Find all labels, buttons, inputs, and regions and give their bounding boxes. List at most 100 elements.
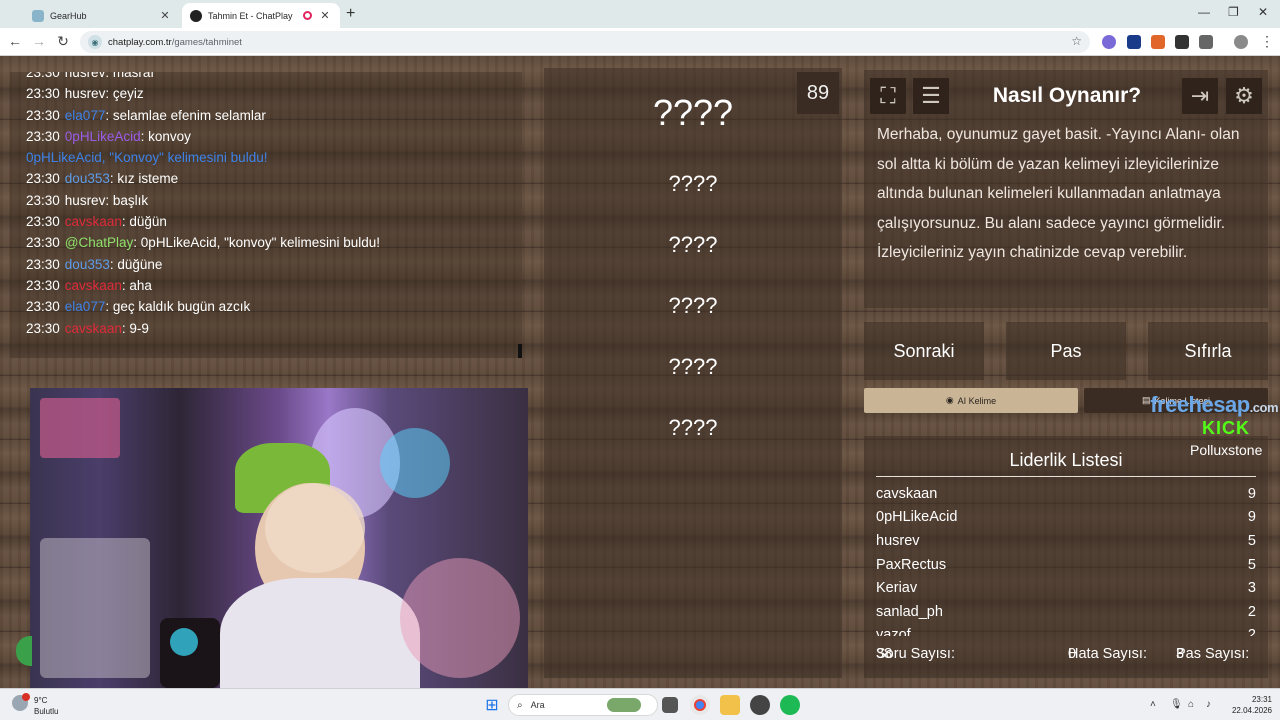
forward-icon[interactable]: → — [30, 33, 48, 49]
chat-message: 23:30 dou353: düğüne — [26, 256, 163, 272]
leaderboard-row: Keriav 3 — [876, 576, 1256, 600]
tab-title: Tahmin Et - ChatPlay — [208, 10, 293, 21]
network-icon[interactable]: ⌂ — [1188, 699, 1194, 710]
tab-title: GearHub — [50, 10, 87, 21]
hidden-word: ???? — [652, 92, 734, 133]
task-view-icon[interactable] — [662, 697, 678, 713]
chat-timestamp: 23:30 — [26, 86, 60, 102]
show-hidden-icons-icon[interactable]: ˄ — [1150, 699, 1156, 710]
browser-menu-icon[interactable]: ⋮ — [1258, 33, 1276, 50]
chat-scrollbar[interactable] — [518, 344, 522, 358]
chat-username[interactable]: ela077 — [65, 108, 106, 123]
chat-username[interactable]: husrev — [65, 72, 106, 80]
chat-username[interactable]: husrev — [65, 86, 106, 101]
player-name: PaxRectus — [876, 556, 947, 573]
reload-icon[interactable]: ↻ — [54, 33, 72, 50]
ai-word-label: AI Kelime — [957, 395, 997, 406]
microphone-icon[interactable]: 🎙 — [1170, 699, 1183, 710]
system-clock[interactable]: 23:31 22.04.2026 — [1222, 694, 1272, 716]
leaderboard-list[interactable]: cavskaan 9 0pHLikeAcid 9 husrev 5 PaxRectus 5 Ke… — [876, 482, 1256, 636]
chat-username[interactable]: 0pHLikeAcid — [65, 129, 141, 144]
site-info-icon[interactable]: ◉ — [88, 35, 102, 49]
search-icon: ⌕ — [517, 699, 523, 711]
chat-timestamp: 23:30 — [26, 128, 60, 144]
chat-timestamp: 23:30 — [26, 320, 60, 336]
close-icon[interactable]: ✕ — [158, 9, 172, 22]
chat-username[interactable]: ela077 — [65, 299, 106, 314]
system-text: 0pHLikeAcid, "Konvoy" kelimesini buldu! — [26, 150, 268, 166]
chat-panel: 23:30 husrev: masraf 23:30 husrev: çeyiz 23:… — [10, 72, 522, 358]
info-title: Nasıl Oynanır? — [992, 84, 1142, 107]
profile-avatar[interactable] — [1234, 35, 1248, 49]
chat-message: 23:30 @ChatPlay: 0pHLikeAcid, "konvoy" ke… — [26, 235, 380, 251]
chat-username[interactable]: @ChatPlay — [65, 235, 133, 250]
chat-text: 9-9 — [129, 320, 149, 336]
search-placeholder: Ara — [530, 700, 545, 710]
chat-text: geç kaldık bugün azcık — [112, 299, 251, 315]
chat-username[interactable]: dou353 — [65, 257, 110, 272]
tab-gearhub[interactable]: GearHub ✕ — [24, 3, 180, 28]
kick-logo: KICK — [1202, 418, 1250, 438]
player-score: 9 — [1247, 485, 1256, 502]
overlay-site-logo: freehesap.com — [1150, 392, 1278, 417]
hidden-word: ???? — [668, 171, 718, 196]
chat-message: 23:30 ela077: selamlae efenim selamlar — [26, 107, 266, 123]
chat-message: 23:30 0pHLikeAcid: konvoy — [26, 128, 191, 144]
player-name: Keriav — [876, 580, 918, 597]
new-tab-button[interactable]: + — [346, 5, 355, 23]
extension-icon[interactable] — [1175, 35, 1189, 49]
temperature: 9°C — [34, 696, 48, 705]
bookmark-star-icon[interactable]: ☆ — [1071, 34, 1082, 48]
extension-icon[interactable] — [1102, 35, 1116, 49]
chat-username[interactable]: husrev — [65, 193, 106, 208]
next-button[interactable]: Sonraki — [864, 322, 984, 380]
app-icon[interactable] — [750, 695, 770, 715]
chat-username[interactable]: dou353 — [65, 171, 110, 186]
player-score: 2 — [1247, 603, 1256, 620]
chat-text: 0pHLikeAcid, "konvoy" kelimesini buldu! — [140, 235, 380, 251]
url-text: chatplay.com.tr/games/tahminet — [108, 36, 242, 48]
webcam-video — [30, 388, 528, 688]
chrome-icon[interactable] — [690, 695, 710, 715]
taskbar-search[interactable]: ⌕ Ara — [508, 694, 658, 716]
chat-message: 23:30 cavskaan: düğün — [26, 214, 167, 230]
chat-username[interactable]: cavskaan — [65, 278, 122, 293]
player-score: 3 — [1247, 580, 1256, 597]
extension-icon[interactable] — [1151, 35, 1165, 49]
extensions-puzzle-icon[interactable] — [1199, 35, 1213, 49]
chat-text: aha — [129, 277, 152, 293]
pass-button[interactable]: Pas — [1006, 322, 1126, 380]
leaderboard-row: cavskaan 9 — [876, 482, 1256, 506]
spotify-icon[interactable] — [780, 695, 800, 715]
start-windows-icon[interactable]: ⊞ — [482, 695, 502, 715]
chat-username[interactable]: cavskaan — [65, 214, 122, 229]
chat-timestamp: 23:30 — [26, 192, 60, 208]
back-icon[interactable]: ← — [6, 33, 24, 49]
chat-messages[interactable]: 23:30 husrev: masraf 23:30 husrev: çeyiz 23:… — [10, 72, 522, 358]
close-icon[interactable]: ✕ — [318, 9, 332, 22]
reset-button[interactable]: Sıfırla — [1148, 322, 1268, 380]
chat-timestamp: 23:30 — [26, 277, 60, 293]
volume-icon[interactable]: ♪ — [1206, 699, 1211, 710]
extension-icon[interactable] — [1127, 35, 1141, 49]
chat-text: çeyiz — [112, 86, 144, 102]
minimize-icon[interactable]: — — [1198, 5, 1210, 19]
restore-icon[interactable]: ❐ — [1228, 5, 1239, 19]
ai-word-button[interactable]: ◉ AI Kelime — [864, 388, 1078, 413]
file-explorer-icon[interactable] — [720, 695, 740, 715]
chat-system-message: 0pHLikeAcid, "Konvoy" kelimesini buldu! — [26, 147, 522, 168]
close-window-icon[interactable]: ✕ — [1258, 5, 1268, 19]
hidden-word: ???? — [668, 232, 718, 257]
fullscreen-icon[interactable]: ⛶ — [870, 78, 906, 114]
leaderboard-row: yazof 2 — [876, 624, 1256, 636]
player-name: husrev — [876, 532, 920, 549]
leaderboard-row: husrev 5 — [876, 529, 1256, 553]
chat-message: 23:30 husrev: başlık — [26, 192, 149, 208]
notification-badge — [22, 693, 30, 701]
chat-timestamp: 23:30 — [26, 107, 60, 123]
chat-text: düğün — [129, 214, 167, 230]
address-bar[interactable]: ◉ chatplay.com.tr/games/tahminet ☆ — [80, 31, 1090, 53]
tab-chatplay[interactable]: Tahmin Et - ChatPlay ✕ — [182, 3, 340, 28]
chat-username[interactable]: cavskaan — [65, 321, 122, 336]
gear-icon[interactable]: ⚙ — [1226, 78, 1262, 114]
